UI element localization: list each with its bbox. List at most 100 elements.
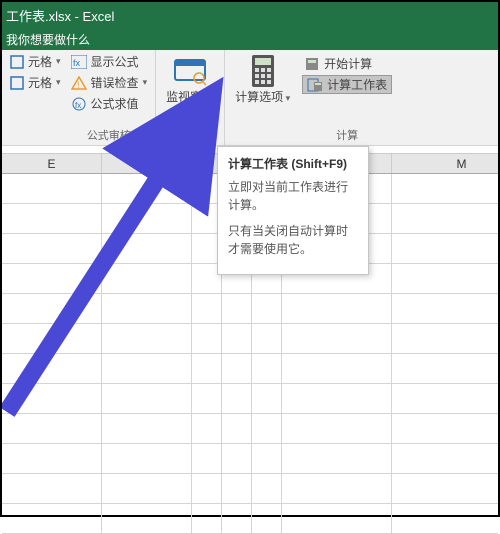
cell[interactable] xyxy=(392,384,500,413)
cell[interactable] xyxy=(392,294,500,323)
cell[interactable] xyxy=(102,444,192,473)
group-label-audit: 公式审核 xyxy=(69,127,150,145)
cell[interactable] xyxy=(192,504,222,533)
cell[interactable] xyxy=(392,354,500,383)
cell[interactable] xyxy=(282,384,392,413)
cell[interactable] xyxy=(192,474,222,503)
cell[interactable] xyxy=(282,504,392,533)
cell[interactable] xyxy=(102,234,192,263)
error-check-icon: ! xyxy=(71,76,87,90)
btn-cell-2[interactable]: 元格 ▾ xyxy=(8,73,63,92)
cell[interactable] xyxy=(282,324,392,353)
chevron-down-icon: ▾ xyxy=(143,77,148,88)
cell[interactable] xyxy=(252,294,282,323)
window-titlebar: 工作表.xlsx - Excel xyxy=(2,2,498,28)
cell[interactable] xyxy=(102,204,192,233)
cell[interactable] xyxy=(102,354,192,383)
table-row xyxy=(2,354,498,384)
cell[interactable] xyxy=(392,234,500,263)
btn-calculate-now[interactable]: 开始计算 xyxy=(302,54,392,73)
cell[interactable] xyxy=(2,504,102,533)
column-header[interactable]: E xyxy=(2,154,102,173)
cell[interactable] xyxy=(392,204,500,233)
btn-cell-1[interactable]: 元格 ▾ xyxy=(8,52,63,71)
cell[interactable] xyxy=(102,324,192,353)
cell[interactable] xyxy=(192,414,222,443)
cell[interactable] xyxy=(2,474,102,503)
cell[interactable] xyxy=(192,324,222,353)
group-label-empty2 xyxy=(231,131,294,145)
chevron-down-icon: ▾ xyxy=(56,77,61,88)
cell[interactable] xyxy=(2,174,102,203)
tell-me-bar[interactable]: 我你想要做什么 xyxy=(2,28,498,50)
cell[interactable] xyxy=(252,504,282,533)
table-row xyxy=(2,504,498,534)
label: 元格 xyxy=(28,74,52,91)
cell[interactable] xyxy=(102,294,192,323)
cell[interactable] xyxy=(392,414,500,443)
cell[interactable] xyxy=(222,324,252,353)
cell[interactable] xyxy=(282,354,392,383)
tell-me-text: 我你想要做什么 xyxy=(6,31,90,48)
cell[interactable] xyxy=(2,384,102,413)
cell[interactable] xyxy=(282,294,392,323)
cell[interactable] xyxy=(2,264,102,293)
cell[interactable] xyxy=(192,354,222,383)
cell[interactable] xyxy=(392,474,500,503)
btn-watch-window[interactable]: 监视窗口 xyxy=(162,52,218,106)
cell[interactable] xyxy=(282,414,392,443)
cell[interactable] xyxy=(222,354,252,383)
btn-error-check[interactable]: ! 错误检查 ▾ xyxy=(69,73,150,92)
cell[interactable] xyxy=(192,384,222,413)
cell[interactable] xyxy=(252,474,282,503)
btn-evaluate-formula[interactable]: fx 公式求值 xyxy=(69,94,150,113)
cell[interactable] xyxy=(102,174,192,203)
cell[interactable] xyxy=(222,414,252,443)
cell[interactable] xyxy=(2,204,102,233)
cell[interactable] xyxy=(2,444,102,473)
cell[interactable] xyxy=(252,384,282,413)
cell[interactable] xyxy=(282,474,392,503)
column-header[interactable]: M xyxy=(392,154,500,173)
cell[interactable] xyxy=(252,354,282,383)
cell[interactable] xyxy=(2,414,102,443)
cell[interactable] xyxy=(222,294,252,323)
cell[interactable] xyxy=(252,414,282,443)
cell[interactable] xyxy=(2,354,102,383)
label: 显示公式 xyxy=(91,53,139,70)
table-row xyxy=(2,384,498,414)
label: 开始计算 xyxy=(324,55,372,72)
svg-text:fx: fx xyxy=(75,101,81,110)
cell[interactable] xyxy=(102,504,192,533)
cell[interactable] xyxy=(2,294,102,323)
table-row xyxy=(2,294,498,324)
cell[interactable] xyxy=(192,444,222,473)
cell[interactable] xyxy=(222,384,252,413)
label: 元格 xyxy=(28,53,52,70)
btn-calculate-sheet[interactable]: 计算工作表 xyxy=(302,75,392,94)
cell[interactable] xyxy=(222,474,252,503)
cell[interactable] xyxy=(192,294,222,323)
cell[interactable] xyxy=(102,414,192,443)
cell[interactable] xyxy=(102,384,192,413)
btn-show-formulas[interactable]: fx 显示公式 xyxy=(69,52,150,71)
cell[interactable] xyxy=(392,504,500,533)
cell[interactable] xyxy=(392,324,500,353)
cell[interactable] xyxy=(2,234,102,263)
cell[interactable] xyxy=(392,444,500,473)
column-header[interactable]: F xyxy=(102,154,192,173)
cell[interactable] xyxy=(222,444,252,473)
calc-sheet-icon xyxy=(307,78,323,92)
cell[interactable] xyxy=(252,444,282,473)
cell[interactable] xyxy=(282,444,392,473)
cell[interactable] xyxy=(2,324,102,353)
table-row xyxy=(2,414,498,444)
group-watch-window: 监视窗口 xyxy=(156,50,225,145)
cell[interactable] xyxy=(102,264,192,293)
cell[interactable] xyxy=(252,324,282,353)
btn-calc-options[interactable]: 计算选项 ▾ xyxy=(231,52,294,107)
cell[interactable] xyxy=(102,474,192,503)
cell[interactable] xyxy=(392,264,500,293)
cell[interactable] xyxy=(392,174,500,203)
cell[interactable] xyxy=(222,504,252,533)
